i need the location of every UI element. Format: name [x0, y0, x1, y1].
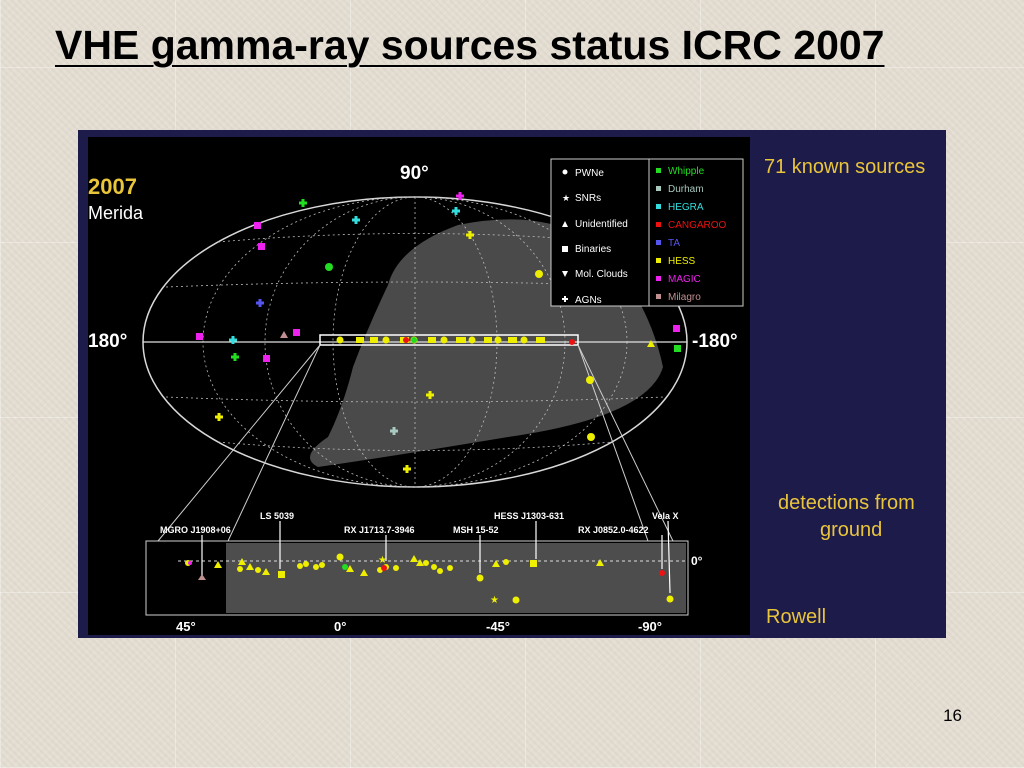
sky-map-figure: 2007 Merida 90° 180° -180° PWNe ★ SNRs U… [78, 130, 946, 638]
legend-exp-milagro: Milagro [668, 292, 701, 303]
source-plane-whipple [411, 337, 417, 343]
legend-exp-cangaroo: CANGAROO [668, 220, 727, 231]
legend-type-binaries: Binaries [575, 244, 611, 255]
legend-type-agns: AGNs [575, 295, 602, 306]
legend-hegra-swatch [656, 204, 661, 209]
plane-label-hessj1303: HESS J1303-631 [494, 511, 564, 521]
source-plane-cangaroo [403, 337, 409, 343]
legend-binaries-icon [562, 246, 568, 252]
plane-panel: ★ ★ [145, 520, 689, 616]
location-label: Merida [88, 203, 144, 223]
plane-tick-minus45: -45° [486, 619, 510, 634]
legend-type-snrs: SNRs [575, 193, 601, 204]
legend-snr-icon: ★ [562, 193, 570, 203]
credit-label: Rowell [766, 606, 827, 628]
detections-label-line1: detections from [778, 492, 915, 514]
slide-title: VHE gamma-ray sources status ICRC 2007 [55, 22, 885, 68]
plane-tick-45: 45° [176, 619, 196, 634]
legend-pwne-icon [562, 169, 568, 175]
legend-exp-hegra: HEGRA [668, 202, 704, 213]
legend-exp-durham: Durham [668, 184, 704, 195]
plane-label-velax: Vela X [652, 511, 679, 521]
known-sources-label: 71 known sources [764, 156, 926, 178]
plane-tick-0: 0° [334, 619, 346, 634]
svg-text:★: ★ [490, 595, 499, 606]
slide-number: 16 [943, 706, 962, 725]
plane-label-mgro: MGRO J1908+06 [160, 525, 231, 535]
legend: PWNe ★ SNRs Unidentified Binaries Mol. C… [550, 158, 744, 307]
legend-durham-swatch [656, 186, 661, 191]
axis-right-label: -180° [692, 331, 738, 352]
legend-type-pwne: PWNe [575, 168, 604, 179]
legend-magic-swatch [656, 276, 661, 281]
plane-zero-label: 0° [691, 554, 703, 568]
plane-label-rxj0852: RX J0852.0-4622 [578, 525, 649, 535]
legend-type-unidentified: Unidentified [575, 219, 628, 230]
legend-exp-magic: MAGIC [668, 274, 701, 285]
plane-tick-minus90: -90° [638, 619, 662, 634]
legend-exp-ta: TA [668, 238, 680, 249]
detections-label-line2: ground [820, 519, 883, 541]
source-plane-cangaroo-2 [569, 339, 575, 345]
legend-ta-swatch [656, 240, 661, 245]
sky-map-svg: 2007 Merida 90° 180° -180° PWNe ★ SNRs U… [88, 158, 744, 634]
legend-whipple-swatch [656, 168, 661, 173]
legend-exp-whipple: Whipple [668, 166, 705, 177]
legend-cangaroo-swatch [656, 222, 661, 227]
plane-label-rxj1713: RX J1713.7-3946 [344, 525, 415, 535]
sky-map-panel: 2007 Merida 90° 180° -180° PWNe ★ SNRs U… [88, 137, 750, 635]
plane-label-ls5039: LS 5039 [260, 511, 294, 521]
legend-hess-swatch [656, 258, 661, 263]
legend-milagro-swatch [656, 294, 661, 299]
plane-label-msh1552: MSH 15-52 [453, 525, 499, 535]
year-label: 2007 [88, 174, 137, 199]
axis-left-label: 180° [88, 331, 127, 352]
legend-exp-hess: HESS [668, 256, 696, 267]
axis-top-label: 90° [400, 163, 429, 184]
legend-type-mol-clouds: Mol. Clouds [575, 269, 628, 280]
